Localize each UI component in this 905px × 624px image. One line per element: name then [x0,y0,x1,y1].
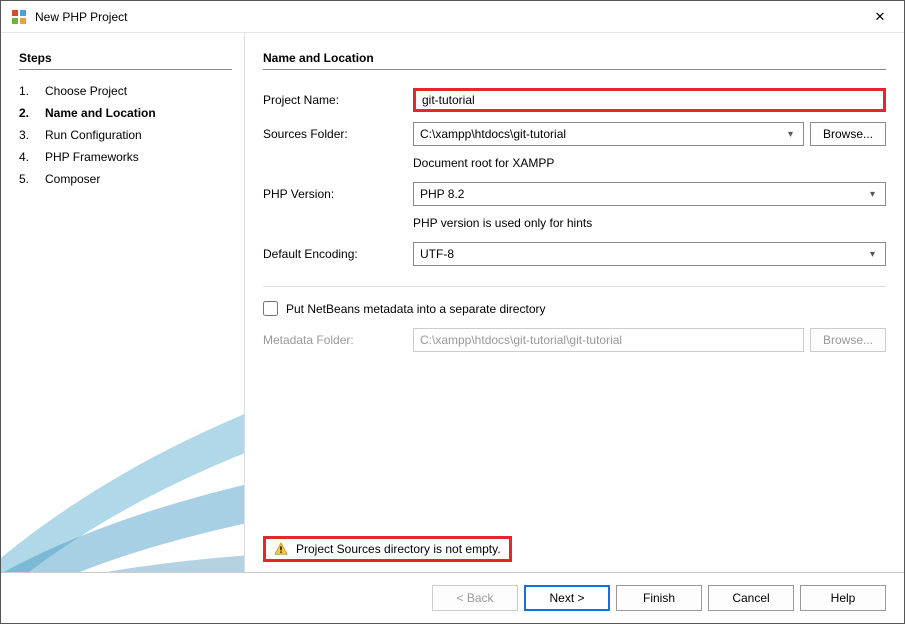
sources-folder-combo[interactable]: C:\xampp\htdocs\git-tutorial ▾ [413,122,804,146]
back-button: < Back [432,585,518,611]
cancel-button[interactable]: Cancel [708,585,794,611]
project-name-label: Project Name: [263,93,413,107]
window-title: New PHP Project [35,10,864,24]
steps-list: 1. Choose Project 2. Name and Location 3… [19,80,232,190]
separate-metadata-checkbox[interactable] [263,301,278,316]
php-version-hint: PHP version is used only for hints [413,216,592,230]
decorative-swoosh [1,352,245,572]
wizard-footer: < Back Next > Finish Cancel Help [1,572,904,623]
sources-folder-hint: Document root for XAMPP [413,156,554,170]
warning-icon [274,542,288,556]
sources-folder-row: Sources Folder: C:\xampp\htdocs\git-tuto… [263,122,886,146]
steps-sidebar: Steps 1. Choose Project 2. Name and Loca… [1,33,245,572]
project-name-row: Project Name: [263,88,886,112]
separate-metadata-label[interactable]: Put NetBeans metadata into a separate di… [286,302,545,316]
step-item-current: 2. Name and Location [19,102,232,124]
encoding-label: Default Encoding: [263,247,413,261]
sources-browse-button[interactable]: Browse... [810,122,886,146]
php-version-label: PHP Version: [263,187,413,201]
main-panel: Name and Location Project Name: Sources … [245,33,904,572]
metadata-folder-row: Metadata Folder: C:\xampp\htdocs\git-tut… [263,328,886,352]
metadata-browse-button: Browse... [810,328,886,352]
step-item: 5. Composer [19,168,232,190]
app-icon [11,9,27,25]
step-item: 3. Run Configuration [19,124,232,146]
panel-heading: Name and Location [263,51,886,70]
finish-button[interactable]: Finish [616,585,702,611]
chevron-down-icon: ▾ [784,129,797,140]
next-button[interactable]: Next > [524,585,610,611]
sources-folder-label: Sources Folder: [263,127,413,141]
php-version-row: PHP Version: PHP 8.2 ▾ [263,182,886,206]
project-name-input[interactable] [413,88,886,112]
metadata-folder-label: Metadata Folder: [263,333,413,347]
steps-heading: Steps [19,51,232,70]
warning-text: Project Sources directory is not empty. [296,542,501,556]
close-button[interactable]: ✕ [864,3,896,31]
separator [263,286,886,287]
metadata-folder-input: C:\xampp\htdocs\git-tutorial\git-tutoria… [413,328,804,352]
step-item: 1. Choose Project [19,80,232,102]
titlebar: New PHP Project ✕ [1,1,904,33]
warning-message: Project Sources directory is not empty. [263,536,512,562]
encoding-select[interactable]: UTF-8 ▾ [413,242,886,266]
help-button[interactable]: Help [800,585,886,611]
step-item: 4. PHP Frameworks [19,146,232,168]
chevron-down-icon: ▾ [866,249,879,260]
php-version-select[interactable]: PHP 8.2 ▾ [413,182,886,206]
encoding-row: Default Encoding: UTF-8 ▾ [263,242,886,266]
separate-metadata-row: Put NetBeans metadata into a separate di… [263,301,886,316]
chevron-down-icon: ▾ [866,189,879,200]
